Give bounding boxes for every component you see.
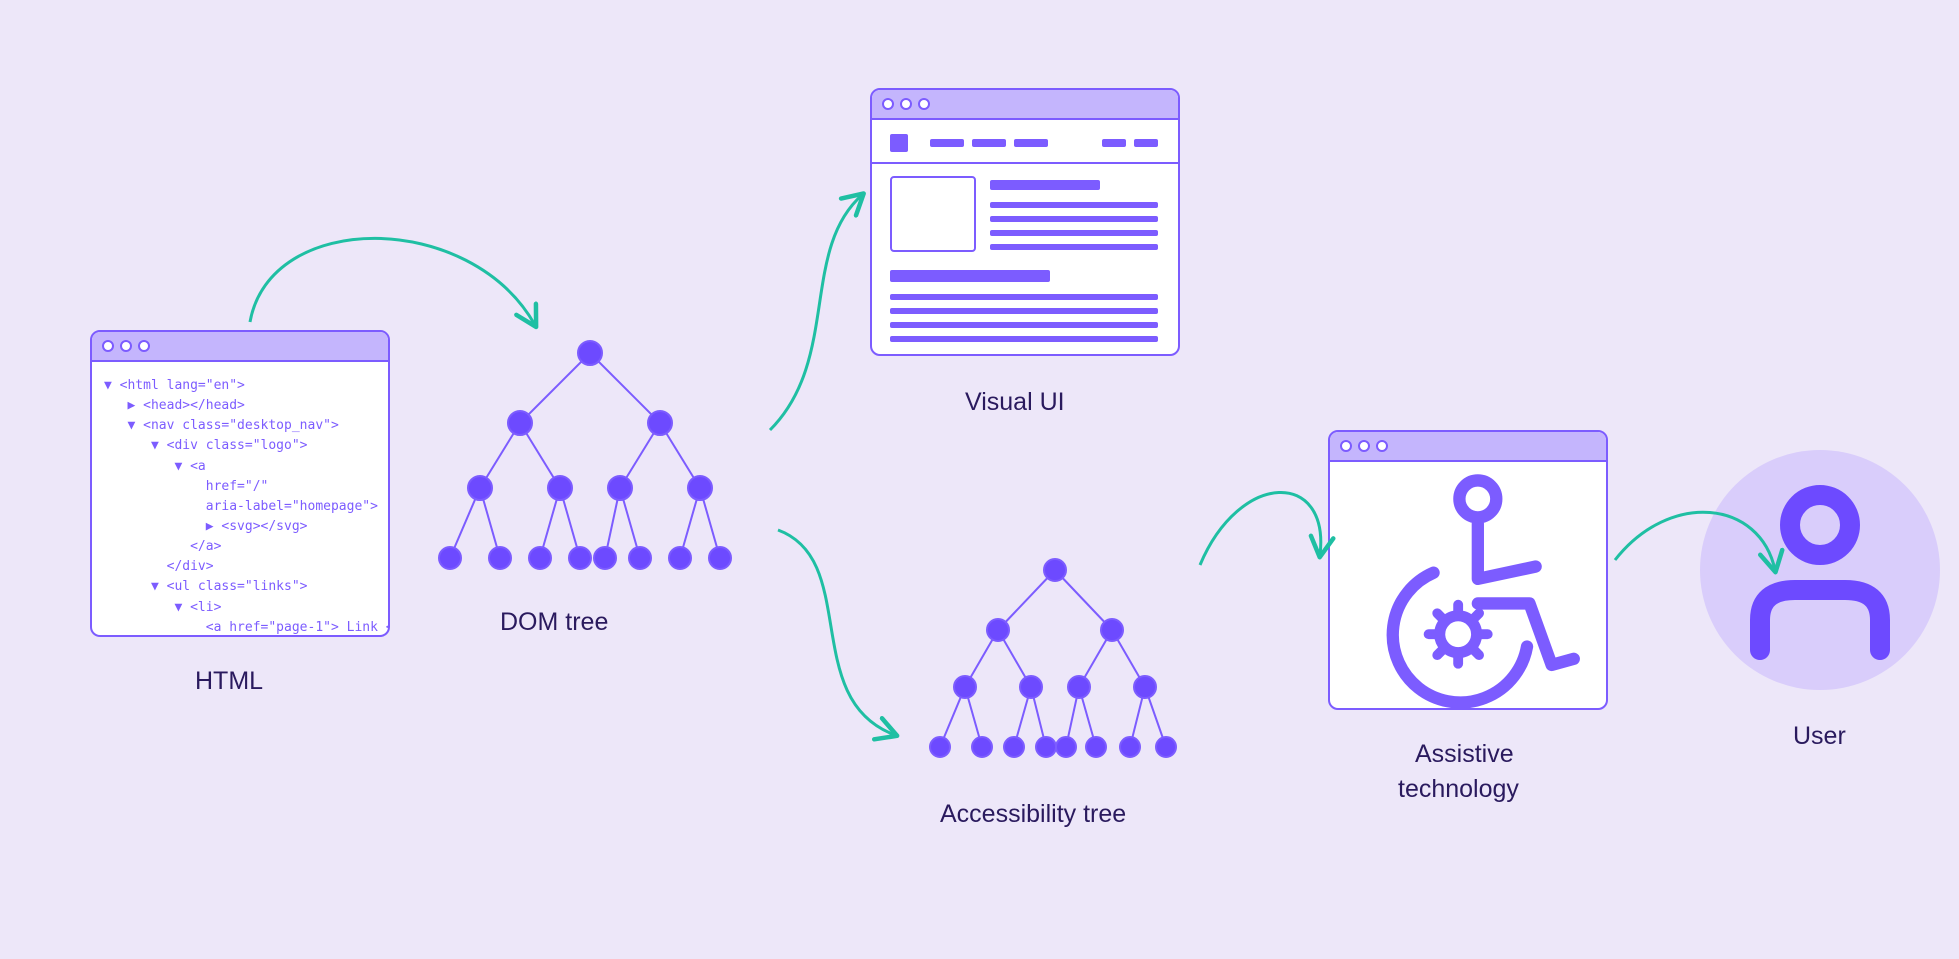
window-titlebar bbox=[92, 332, 388, 362]
window-control-icon bbox=[1340, 440, 1352, 452]
window-control-icon bbox=[918, 98, 930, 110]
window-titlebar bbox=[872, 90, 1178, 120]
visual-ui-label: Visual UI bbox=[965, 388, 1065, 417]
dom-tree-label: DOM tree bbox=[500, 608, 608, 637]
html-code-block: ▼ <html lang="en"> ▶ <head></head> ▼ <na… bbox=[92, 362, 388, 637]
visual-ui-content bbox=[872, 120, 1178, 354]
assistive-tech-label-line1: Assistive bbox=[1415, 740, 1514, 769]
user-icon bbox=[1735, 480, 1905, 660]
window-control-icon bbox=[1358, 440, 1370, 452]
window-titlebar bbox=[1330, 432, 1606, 462]
accessibility-icon bbox=[1330, 462, 1606, 708]
window-control-icon bbox=[102, 340, 114, 352]
html-label: HTML bbox=[195, 667, 263, 696]
html-source-window: ▼ <html lang="en"> ▶ <head></head> ▼ <na… bbox=[90, 330, 390, 637]
visual-ui-window bbox=[870, 88, 1180, 356]
window-control-icon bbox=[900, 98, 912, 110]
accessibility-tree-label: Accessibility tree bbox=[940, 800, 1126, 829]
window-control-icon bbox=[138, 340, 150, 352]
dom-tree-graphic bbox=[415, 333, 765, 593]
assistive-tech-label-line2: technology bbox=[1398, 775, 1519, 804]
accessibility-tree-graphic bbox=[910, 552, 1200, 777]
window-control-icon bbox=[120, 340, 132, 352]
window-control-icon bbox=[1376, 440, 1388, 452]
window-control-icon bbox=[882, 98, 894, 110]
assistive-tech-window bbox=[1328, 430, 1608, 710]
user-label: User bbox=[1793, 722, 1846, 751]
